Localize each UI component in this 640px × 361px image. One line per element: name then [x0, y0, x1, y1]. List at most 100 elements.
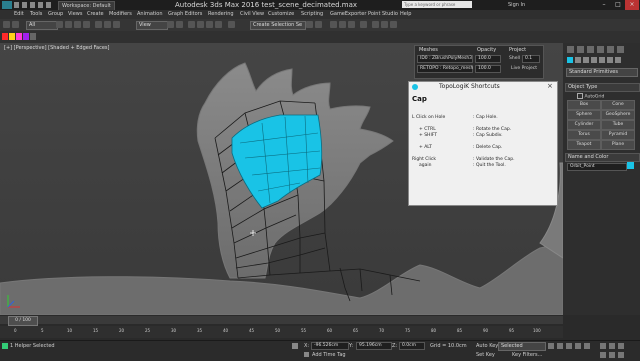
hierarchy-tab-icon[interactable]	[587, 46, 594, 53]
object-name-field[interactable]: Orbit_Point	[567, 163, 627, 171]
x-coordinate-field[interactable]: -96.526cm	[311, 342, 349, 350]
utilities-tab-icon[interactable]	[617, 46, 624, 53]
angle-snap-icon[interactable]	[197, 21, 204, 28]
add-time-tag[interactable]: Add Time Tag	[312, 352, 346, 358]
auto-key-button[interactable]: Auto Key	[476, 343, 498, 349]
zoom-extents-icon[interactable]	[618, 343, 624, 349]
category-dropdown[interactable]: Standard Primitives	[566, 68, 638, 77]
name-and-color-header[interactable]: Name and Color	[565, 153, 640, 162]
menu-animation[interactable]: Animation	[137, 11, 163, 17]
shapes-icon[interactable]	[575, 57, 581, 63]
render-production-icon[interactable]	[390, 21, 397, 28]
open-icon[interactable]	[22, 2, 27, 8]
color-swatch-red[interactable]	[2, 33, 8, 40]
sphere-button[interactable]: Sphere	[567, 110, 601, 120]
maximize-icon[interactable]: □	[611, 0, 625, 10]
menu-civil-view[interactable]: Civil View	[240, 11, 264, 17]
lights-icon[interactable]	[583, 57, 589, 63]
systems-icon[interactable]	[615, 57, 621, 63]
time-slider-thumb[interactable]: 0 / 100	[8, 316, 38, 326]
percent-snap-icon[interactable]	[206, 21, 213, 28]
selection-filter-dropdown[interactable]: All	[26, 21, 58, 30]
zoom-all-icon[interactable]	[609, 343, 615, 349]
color-swatch-gray[interactable]	[30, 33, 36, 40]
color-swatch-yellow[interactable]	[9, 33, 15, 40]
geosphere-button[interactable]: GeoSphere	[601, 110, 635, 120]
select-by-name-icon[interactable]	[65, 21, 72, 28]
minimize-icon[interactable]: –	[597, 0, 611, 10]
spinner-snap-icon[interactable]	[215, 21, 222, 28]
snaps-toggle-icon[interactable]	[188, 21, 195, 28]
opacity-2-field[interactable]: 100.0	[475, 65, 501, 73]
close-icon[interactable]: ×	[625, 0, 639, 10]
autogrid-checkbox[interactable]: AutoGrid	[577, 93, 604, 100]
cone-button[interactable]: Cone	[601, 100, 635, 110]
rectangle-selection-icon[interactable]	[74, 21, 81, 28]
align-icon[interactable]	[315, 21, 322, 28]
maximize-viewport-icon[interactable]	[618, 352, 624, 358]
mirror-icon[interactable]	[306, 21, 313, 28]
menu-customize[interactable]: Customize	[268, 11, 294, 17]
rendered-frame-window-icon[interactable]	[381, 21, 388, 28]
orbit-icon[interactable]	[609, 352, 615, 358]
curve-editor-icon[interactable]	[339, 21, 346, 28]
go-to-end-icon[interactable]	[584, 343, 590, 349]
object-color-swatch[interactable]	[627, 162, 634, 169]
spacewarps-icon[interactable]	[607, 57, 613, 63]
layer-explorer-icon[interactable]	[330, 21, 337, 28]
cylinder-button[interactable]: Cylinder	[567, 120, 601, 130]
checkbox-icon[interactable]	[577, 93, 583, 99]
key-filters-button[interactable]: Key Filters...	[512, 352, 542, 358]
lock-selection-icon[interactable]	[292, 343, 298, 349]
search-input[interactable]: Type a keyword or phrase	[402, 1, 472, 8]
viewport-label[interactable]: [+] [Perspective] [Shaded + Edged Faces]	[4, 45, 110, 51]
live-project-button[interactable]: Live Project	[511, 66, 537, 71]
geometry-icon[interactable]	[567, 57, 573, 63]
cameras-icon[interactable]	[591, 57, 597, 63]
undo-icon[interactable]	[3, 21, 10, 28]
play-icon[interactable]	[566, 343, 572, 349]
menu-modifiers[interactable]: Modifiers	[109, 11, 132, 17]
time-tag-icon[interactable]	[304, 352, 309, 357]
window-crossing-icon[interactable]	[83, 21, 90, 28]
menu-help[interactable]: Help	[400, 11, 411, 17]
pivot-center-icon[interactable]	[167, 21, 174, 28]
move-icon[interactable]	[95, 21, 102, 28]
opacity-1-field[interactable]: 100.0	[475, 55, 501, 63]
sign-in-link[interactable]: Sign In	[508, 2, 525, 8]
set-key-button[interactable]: Set Key	[476, 352, 495, 358]
menu-views[interactable]: Views	[68, 11, 82, 17]
menu-tools[interactable]: Tools	[30, 11, 42, 17]
select-object-icon[interactable]	[56, 21, 63, 28]
box-button[interactable]: Box	[567, 100, 601, 110]
menu-gameexporter[interactable]: GameExporter	[330, 11, 366, 17]
display-tab-icon[interactable]	[607, 46, 614, 53]
teapot-button[interactable]: Teapot	[567, 140, 601, 150]
time-slider[interactable]: 0 / 100	[0, 316, 563, 326]
menu-create[interactable]: Create	[87, 11, 104, 17]
create-tab-icon[interactable]	[567, 46, 574, 53]
next-frame-icon[interactable]	[575, 343, 581, 349]
color-swatch-purple[interactable]	[23, 33, 29, 40]
previous-frame-icon[interactable]	[557, 343, 563, 349]
object-type-header[interactable]: Object Type	[565, 83, 640, 92]
color-swatch-magenta[interactable]	[16, 33, 22, 40]
shell-field[interactable]: 0.1	[522, 55, 540, 63]
redo-icon[interactable]	[12, 21, 19, 28]
mesh-1-field[interactable]: ID0 : ZBrushPolyMesh3	[417, 55, 473, 63]
reference-coordinate-dropdown[interactable]: View	[136, 21, 168, 30]
app-logo-icon[interactable]	[2, 1, 12, 9]
material-editor-icon[interactable]	[360, 21, 367, 28]
y-coordinate-field[interactable]: 95.196cm	[356, 342, 392, 350]
new-icon[interactable]	[14, 2, 19, 8]
zoom-icon[interactable]	[600, 343, 606, 349]
modify-tab-icon[interactable]	[577, 46, 584, 53]
menu-graph-editors[interactable]: Graph Editors	[168, 11, 202, 17]
scale-icon[interactable]	[113, 21, 120, 28]
render-setup-icon[interactable]	[372, 21, 379, 28]
tube-button[interactable]: Tube	[601, 120, 635, 130]
shortcuts-close-icon[interactable]: ×	[547, 82, 553, 90]
rotate-icon[interactable]	[104, 21, 111, 28]
pan-icon[interactable]	[600, 352, 606, 358]
track-bar[interactable]: 0 5 10 15 20 25 30 35 40 45 50 55 60 65 …	[0, 326, 563, 338]
